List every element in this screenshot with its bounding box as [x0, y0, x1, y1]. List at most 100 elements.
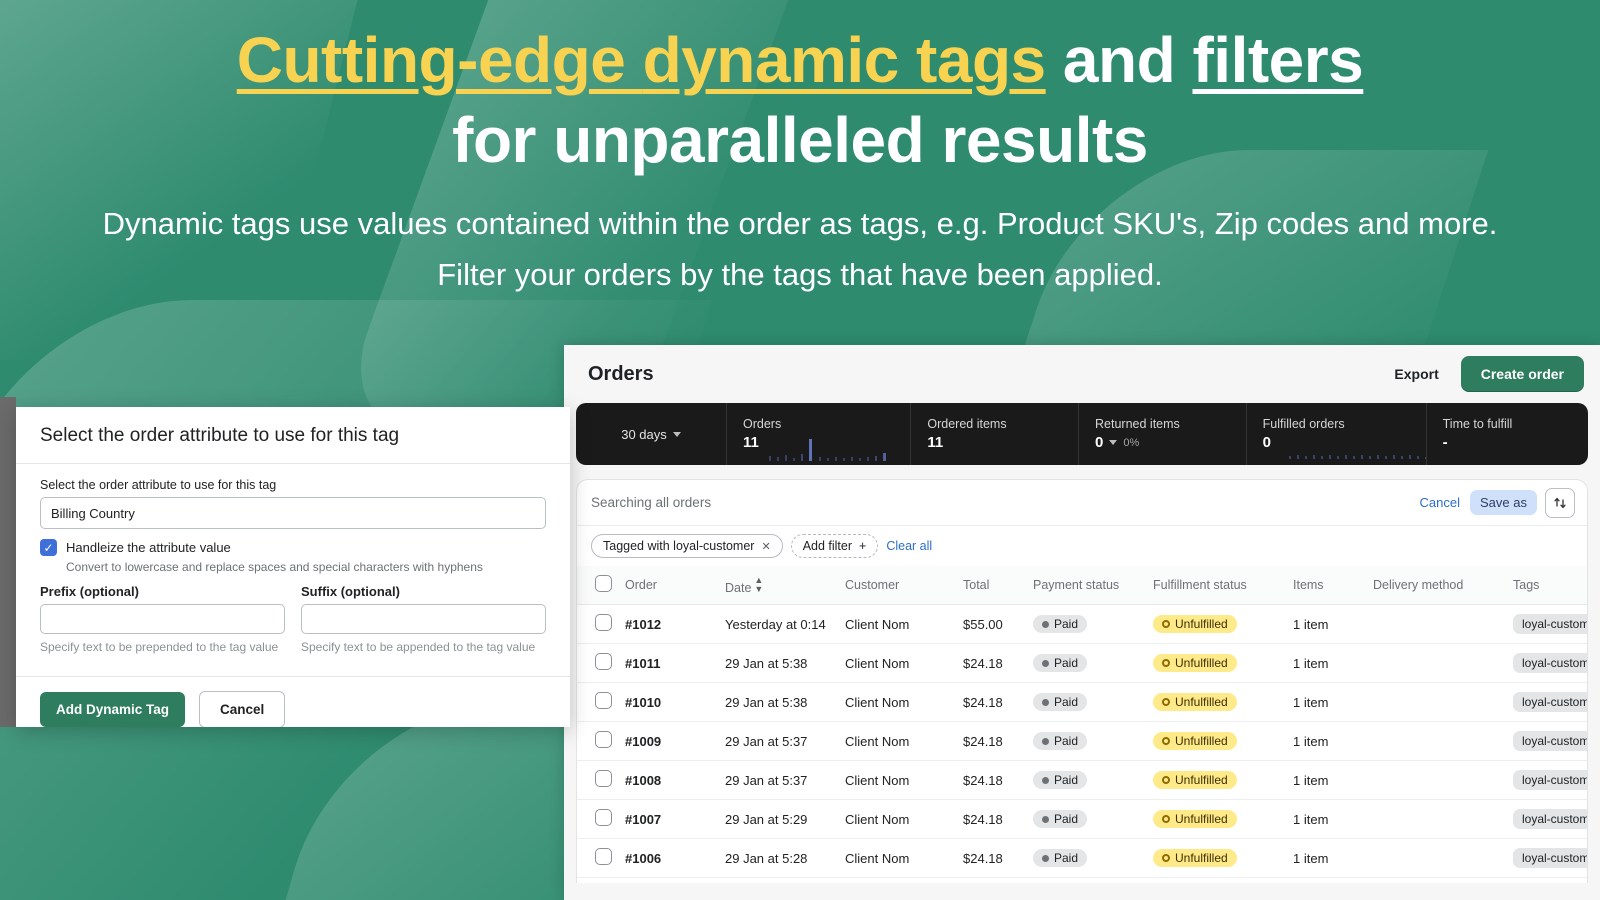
cell-order[interactable]: #1007: [619, 799, 719, 839]
cell-items: 1 item: [1287, 877, 1367, 883]
cell-date: 29 Jan at 5:28: [719, 838, 839, 878]
column-date[interactable]: Date▲ ▼: [719, 566, 839, 605]
create-order-button[interactable]: Create order: [1460, 356, 1584, 392]
handleize-checkbox[interactable]: ✓: [40, 539, 57, 556]
table-row[interactable]: #1008 29 Jan at 5:37 Client Nom $24.18 Paid U…: [577, 760, 1587, 800]
cell-customer: Client Nom: [839, 760, 957, 800]
cell-fulfillment-status: Unfulfilled: [1147, 643, 1287, 683]
row-checkbox[interactable]: [595, 809, 612, 826]
close-icon[interactable]: ✕: [761, 540, 770, 553]
add-dynamic-tag-button[interactable]: Add Dynamic Tag: [40, 692, 186, 727]
orders-topbar: Orders Export Create order: [564, 345, 1600, 403]
cell-customer: Client Nom: [839, 799, 957, 839]
cell-order[interactable]: #1010: [619, 682, 719, 722]
hero-title-part1: Cutting-edge: [236, 24, 643, 96]
row-checkbox[interactable]: [595, 848, 612, 865]
status-badge: Unfulfilled: [1153, 732, 1237, 750]
row-checkbox[interactable]: [595, 731, 612, 748]
status-badge: Unfulfilled: [1153, 771, 1237, 789]
cell-customer: Client Nom: [839, 682, 957, 722]
cell-order[interactable]: #1006: [619, 838, 719, 878]
suffix-input[interactable]: [301, 604, 546, 634]
metric-date-range[interactable]: 30 days: [576, 403, 726, 465]
status-dot-icon: [1042, 620, 1049, 628]
clear-all-button[interactable]: Clear all: [886, 539, 932, 553]
metric-label: Orders: [743, 417, 782, 431]
cell-order[interactable]: #1011: [619, 643, 719, 683]
metric-fulfilled-orders[interactable]: Fulfilled orders 0: [1245, 403, 1427, 465]
table-row[interactable]: #1011 29 Jan at 5:38 Client Nom $24.18 Paid U…: [577, 643, 1587, 683]
table-row[interactable]: #1007 29 Jan at 5:29 Client Nom $24.18 Paid U…: [577, 799, 1587, 839]
table-row[interactable]: #1012 Yesterday at 0:14 Client Nom $55.00 Pa…: [577, 604, 1587, 644]
cell-delivery-method: [1367, 643, 1507, 683]
prefix-label: Prefix (optional): [40, 584, 139, 599]
sort-icon[interactable]: [1545, 487, 1575, 518]
cell-items: 1 item: [1287, 760, 1367, 800]
applied-filter-chip[interactable]: Tagged with loyal-customer ✕: [591, 534, 783, 558]
date-range-selector[interactable]: 30 days: [592, 427, 710, 442]
cell-total: $24.18: [957, 799, 1027, 839]
cell-order[interactable]: #1012: [619, 604, 719, 644]
cell-order[interactable]: #1009: [619, 721, 719, 761]
column-fulfillment-status[interactable]: Fulfillment status: [1147, 566, 1287, 605]
column-total[interactable]: Total: [957, 566, 1027, 605]
table-row[interactable]: #100529 Jan at 5:27Client Nom$24.18PaidU…: [577, 877, 1587, 883]
row-checkbox[interactable]: [595, 770, 612, 787]
prefix-hint: Specify text to be prepended to the tag …: [40, 640, 279, 654]
cancel-search-button[interactable]: Cancel: [1412, 491, 1468, 514]
column-customer[interactable]: Customer: [839, 566, 957, 605]
cell-order[interactable]: #1005: [619, 877, 719, 883]
column-delivery-method[interactable]: Delivery method: [1367, 566, 1507, 605]
add-filter-button[interactable]: Add filter +: [790, 534, 879, 558]
status-ring-icon: [1162, 620, 1170, 628]
cell-order[interactable]: #1008: [619, 760, 719, 800]
cell-fulfillment-status: Unfulfilled: [1147, 838, 1287, 878]
applied-filter-label: Tagged with loyal-customer: [603, 539, 755, 553]
column-order[interactable]: Order: [619, 566, 719, 605]
sort-arrows-icon: [1554, 497, 1566, 508]
search-input[interactable]: Searching all orders: [591, 495, 1412, 510]
column-items[interactable]: Items: [1287, 566, 1367, 605]
date-range-label: 30 days: [621, 426, 667, 442]
cell-tags: loyal-customer: [1507, 799, 1587, 839]
prefix-input[interactable]: [40, 604, 285, 634]
cell-date: 29 Jan at 5:37: [719, 721, 839, 761]
cell-total: $24.18: [957, 877, 1027, 883]
cell-tags: loyal-customerNO: [1507, 760, 1587, 800]
row-checkbox[interactable]: [595, 692, 612, 709]
metric-time-to-fulfill[interactable]: Time to fulfill -: [1425, 403, 1588, 465]
cell-customer: Client Nom: [839, 604, 957, 644]
dialog-footer: Add Dynamic Tag Cancel: [16, 676, 570, 727]
metric-returned-items[interactable]: Returned items 0 0%: [1078, 403, 1246, 465]
handleize-label: Handleize the attribute value: [66, 540, 231, 555]
row-checkbox[interactable]: [595, 614, 612, 631]
cell-total: $24.18: [957, 682, 1027, 722]
cell-delivery-method: [1367, 799, 1507, 839]
column-payment-status[interactable]: Payment status: [1027, 566, 1147, 605]
orders-panel: Orders Export Create order 30 days Order…: [564, 345, 1600, 900]
select-all-checkbox[interactable]: [595, 575, 612, 592]
metric-ordered-items[interactable]: Ordered items 11: [910, 403, 1078, 465]
attribute-select[interactable]: Billing Country: [40, 497, 546, 529]
column-tags[interactable]: Tags: [1507, 566, 1587, 605]
prefix-group: Prefix (optional) Specify text to be pre…: [40, 584, 285, 654]
metric-orders[interactable]: Orders 11: [726, 403, 910, 465]
cell-items: 1 item: [1287, 682, 1367, 722]
suffix-group: Suffix (optional) Specify text to be app…: [301, 584, 546, 654]
cell-tags: loyal-customerNO: [1507, 721, 1587, 761]
cell-customer: Client Nom: [839, 838, 957, 878]
export-button[interactable]: Export: [1380, 358, 1452, 390]
handleize-checkbox-row[interactable]: ✓ Handleize the attribute value: [40, 539, 546, 556]
table-row[interactable]: #1009 29 Jan at 5:37 Client Nom $24.18 Paid U…: [577, 721, 1587, 761]
cell-total: $24.18: [957, 721, 1027, 761]
status-badge: Unfulfilled: [1153, 810, 1237, 828]
page-title: Orders: [588, 362, 654, 385]
row-checkbox[interactable]: [595, 653, 612, 670]
cancel-button[interactable]: Cancel: [199, 691, 286, 727]
hero-title-highlight2: filters: [1192, 24, 1364, 96]
table-row[interactable]: #1010 29 Jan at 5:38 Client Nom $24.18 Paid U…: [577, 682, 1587, 722]
table-row[interactable]: #1006 29 Jan at 5:28 Client Nom $24.18 Paid U…: [577, 838, 1587, 878]
dialog-backdrop-gutter: [0, 397, 16, 727]
save-as-button[interactable]: Save as: [1470, 490, 1537, 515]
status-ring-icon: [1162, 854, 1170, 862]
